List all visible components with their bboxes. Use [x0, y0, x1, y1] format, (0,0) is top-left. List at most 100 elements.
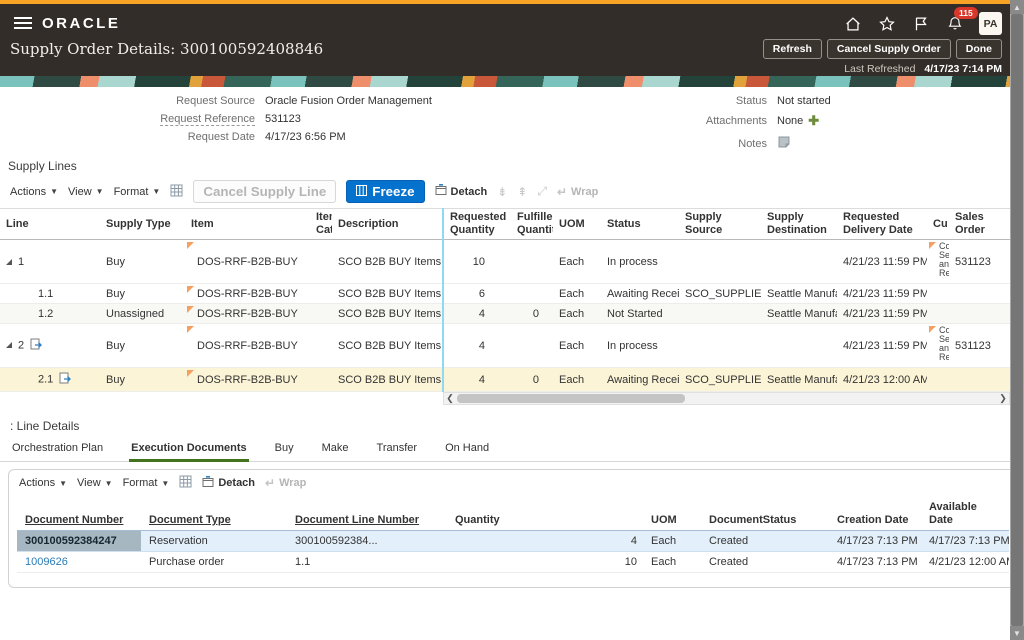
actions-menu[interactable]: Actions▼	[10, 186, 58, 198]
masthead: ORACLE 115 PA Supply Order Details: 3001…	[0, 4, 1024, 76]
refresh-button[interactable]: Refresh	[763, 39, 822, 59]
favorites-star-icon[interactable]	[877, 14, 896, 33]
collapse-caret-icon[interactable]	[6, 342, 12, 348]
scroll-right-icon[interactable]: ❯	[997, 393, 1009, 404]
notes-icon[interactable]	[777, 135, 791, 152]
supply-lines-header-row: Line Supply Type Item Item Cat Descripti…	[0, 209, 1010, 240]
scroll-to-last-icon[interactable]: ⇞	[517, 185, 527, 199]
col-document-type[interactable]: Document Type	[149, 514, 231, 526]
supply-line-row-1-1[interactable]: 1.1 Buy DOS-RRF-B2B-BUY SCO B2B BUY Item…	[0, 284, 1010, 304]
cancel-supply-line-button[interactable]: Cancel Supply Line	[193, 180, 336, 203]
col-supply-destination[interactable]: Supply Destination	[761, 209, 837, 240]
freeze-button[interactable]: Freeze	[346, 180, 424, 203]
last-refreshed-value: 4/17/23 7:14 PM	[924, 63, 1002, 75]
home-icon[interactable]	[843, 14, 862, 33]
notifications-bell-icon[interactable]: 115	[945, 14, 964, 33]
supply-line-row-2[interactable]: 2 Buy DOS-RRF-B2B-BUY SCO B2B BUY Items …	[0, 324, 1010, 368]
format-menu[interactable]: Format▼	[114, 186, 161, 198]
col-quantity[interactable]: Quantity	[447, 498, 643, 531]
document-number-link[interactable]: 1009626	[25, 556, 68, 568]
col-document-status[interactable]: DocumentStatus	[701, 498, 829, 531]
export-to-excel-icon[interactable]	[179, 475, 192, 491]
col-sales-order[interactable]: Sales Order	[949, 209, 1010, 240]
vertical-scrollbar[interactable]: ▲ ▼	[1010, 0, 1024, 640]
tab-make[interactable]: Make	[320, 439, 351, 462]
freeze-icon	[356, 184, 367, 199]
wrap-button[interactable]: ↵ Wrap	[557, 185, 598, 199]
cancel-supply-order-button[interactable]: Cancel Supply Order	[827, 39, 951, 59]
tab-orchestration-plan[interactable]: Orchestration Plan	[10, 439, 105, 462]
detach-button[interactable]: Detach	[202, 476, 255, 491]
col-item[interactable]: Item	[185, 209, 310, 240]
status-label: Status	[645, 95, 767, 107]
export-to-excel-icon[interactable]	[170, 184, 183, 200]
scroll-to-first-icon[interactable]: ⇟	[497, 185, 507, 199]
tab-on-hand[interactable]: On Hand	[443, 439, 491, 462]
execution-documents-table: Document Number Document Type Document L…	[17, 498, 1009, 573]
supply-line-row-1-2[interactable]: 1.2 Unassigned DOS-RRF-B2B-BUY SCO B2B B…	[0, 304, 1010, 324]
request-date-label: Request Date	[0, 131, 255, 143]
attachments-value: None	[777, 115, 803, 127]
hamburger-menu-icon[interactable]	[14, 17, 32, 30]
execution-document-row[interactable]: 300100592384247 Reservation 300100592384…	[17, 531, 1009, 552]
col-item-category[interactable]: Item Cat	[310, 209, 332, 240]
scroll-left-icon[interactable]: ❮	[444, 393, 456, 404]
add-attachment-icon[interactable]: ✚	[808, 113, 819, 129]
summary-section: Request Source Oracle Fusion Order Manag…	[0, 95, 1024, 153]
tab-buy[interactable]: Buy	[273, 439, 296, 462]
done-button[interactable]: Done	[956, 39, 1002, 59]
cell-marker-icon	[187, 370, 194, 377]
execution-documents-header-row: Document Number Document Type Document L…	[17, 498, 1009, 531]
format-menu[interactable]: Format▼	[123, 477, 170, 489]
scroll-down-icon[interactable]: ▼	[1010, 626, 1024, 640]
request-date-value: 4/17/23 6:56 PM	[265, 131, 346, 143]
status-value: Not started	[777, 95, 831, 107]
page-title: Supply Order Details: 300100592408846	[10, 40, 323, 58]
request-source-label: Request Source	[0, 95, 255, 107]
col-supply-type[interactable]: Supply Type	[100, 209, 185, 240]
horizontal-scrollbar[interactable]: ❮ ❯	[443, 392, 1010, 405]
wrap-icon: ↵	[265, 476, 275, 490]
col-fulfilled-quantity[interactable]: Fulfilled Quantity	[511, 209, 553, 240]
col-customer[interactable]: Cu	[927, 209, 949, 240]
col-requested-quantity[interactable]: Requested Quantity	[443, 209, 511, 240]
execution-document-row[interactable]: 1009626 Purchase order 1.1 10 Each Creat…	[17, 552, 1009, 573]
tab-transfer[interactable]: Transfer	[375, 439, 420, 462]
col-status[interactable]: Status	[601, 209, 679, 240]
col-uom[interactable]: UOM	[643, 498, 701, 531]
collapse-caret-icon[interactable]	[6, 259, 12, 265]
view-menu[interactable]: View▼	[68, 186, 104, 198]
col-requested-delivery-date[interactable]: Requested Delivery Date	[837, 209, 927, 240]
request-source-value: Oracle Fusion Order Management	[265, 95, 432, 107]
col-document-line-number[interactable]: Document Line Number	[295, 514, 419, 526]
tab-execution-documents[interactable]: Execution Documents	[129, 439, 249, 462]
avatar[interactable]: PA	[979, 12, 1002, 35]
request-reference-value: 531123	[265, 113, 301, 125]
expand-node-icon[interactable]: ⤢	[537, 184, 547, 199]
col-creation-date[interactable]: Creation Date	[829, 498, 921, 531]
wrap-button[interactable]: ↵ Wrap	[265, 476, 306, 490]
supply-lines-toolbar: Actions▼ View▼ Format▼ Cancel Supply Lin…	[0, 175, 1024, 208]
go-to-document-icon[interactable]	[59, 372, 71, 387]
col-line[interactable]: Line	[0, 209, 100, 240]
vertical-scrollbar-thumb[interactable]	[1011, 14, 1023, 626]
col-available-date[interactable]: Available Date	[921, 498, 1009, 531]
supply-line-row-1[interactable]: 1 Buy DOS-RRF-B2B-BUY SCO B2B BUY Items …	[0, 240, 1010, 284]
cell-marker-icon	[187, 326, 194, 333]
line-details-title: : Line Details	[10, 419, 1024, 433]
col-uom[interactable]: UOM	[553, 209, 601, 240]
line-details-tabs: Orchestration Plan Execution Documents B…	[0, 439, 1024, 462]
view-menu[interactable]: View▼	[77, 477, 113, 489]
scroll-up-icon[interactable]: ▲	[1010, 0, 1024, 14]
col-description[interactable]: Description	[332, 209, 443, 240]
horizontal-scrollbar-thumb[interactable]	[457, 394, 685, 403]
watchlist-flag-icon[interactable]	[911, 14, 930, 33]
header-actions: Refresh Cancel Supply Order Done	[763, 39, 1002, 59]
detach-button[interactable]: Detach	[435, 184, 488, 199]
actions-menu[interactable]: Actions▼	[19, 477, 67, 489]
detach-icon	[202, 476, 214, 491]
go-to-document-icon[interactable]	[30, 338, 42, 353]
col-supply-source[interactable]: Supply Source	[679, 209, 761, 240]
supply-line-row-2-1[interactable]: 2.1 Buy DOS-RRF-B2B-BUY SCO B2B BUY Item…	[0, 368, 1010, 392]
col-document-number[interactable]: Document Number	[25, 514, 123, 526]
